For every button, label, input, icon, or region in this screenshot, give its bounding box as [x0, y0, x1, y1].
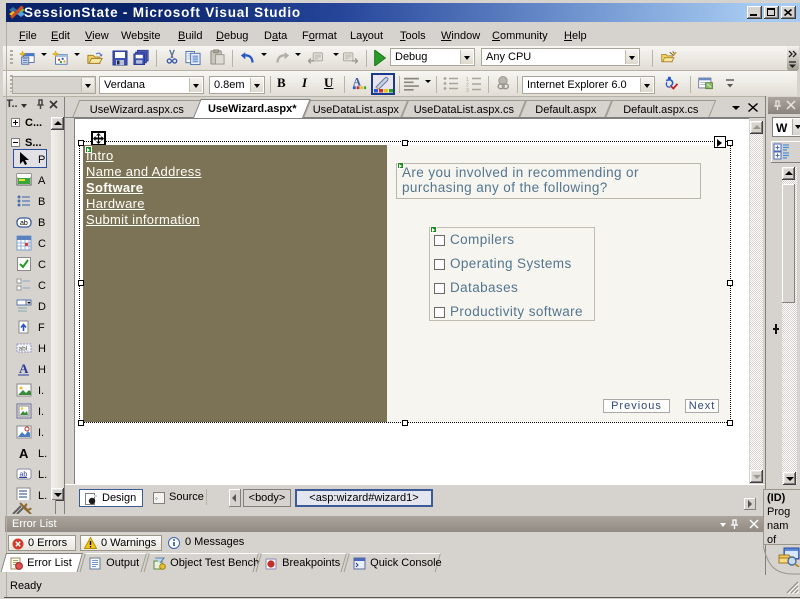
svg-text:A: A [19, 446, 29, 461]
svg-text:◦: ◦ [155, 494, 158, 503]
svg-text:A: A [19, 361, 29, 376]
svg-text:abl: abl [19, 346, 28, 353]
svg-text:3: 3 [466, 88, 469, 92]
svg-text:ab: ab [20, 220, 28, 227]
